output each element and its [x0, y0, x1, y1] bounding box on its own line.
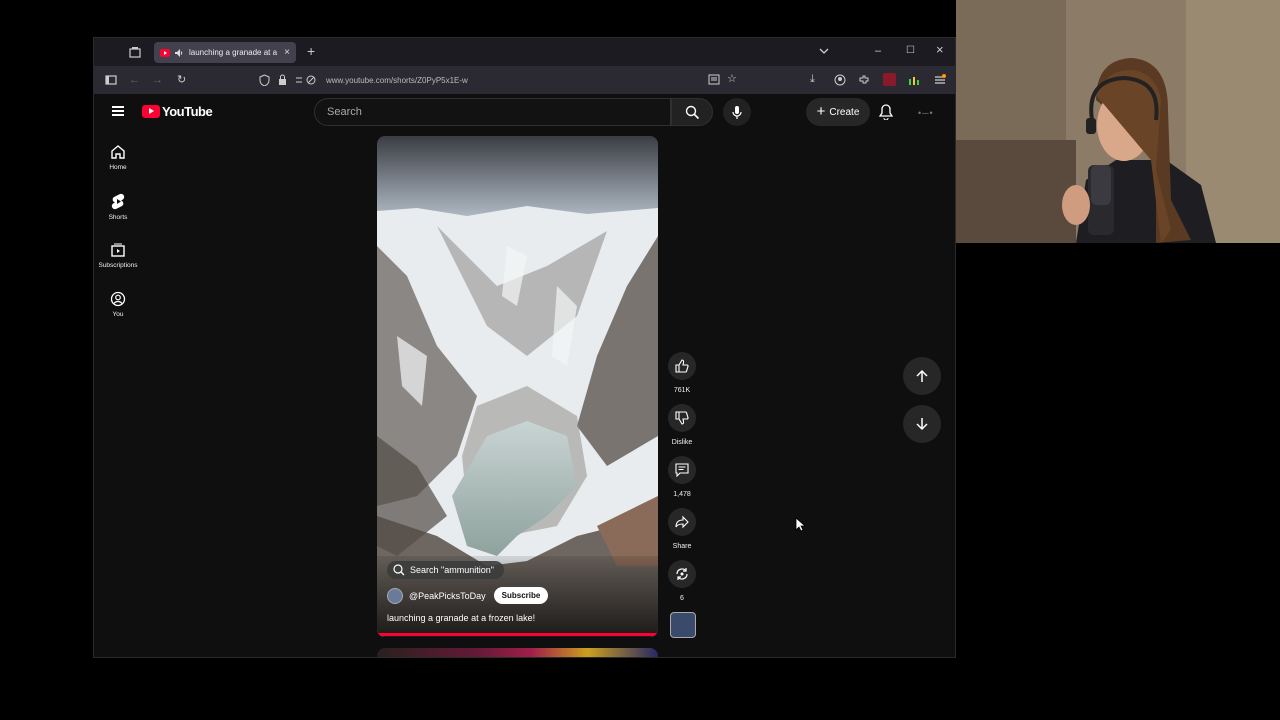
home-icon — [111, 145, 125, 159]
search-input[interactable]: Search — [314, 98, 671, 126]
list-tabs-icon[interactable] — [819, 47, 829, 55]
comment-icon — [675, 463, 689, 477]
reload-button[interactable]: ↻ — [177, 73, 186, 87]
maximize-button[interactable]: ☐ — [906, 44, 915, 58]
related-search-chip[interactable]: Search "ammunition" — [387, 561, 504, 579]
lock-icon[interactable] — [278, 74, 287, 85]
new-tab-button[interactable]: + — [307, 44, 315, 58]
sidebar-item-you[interactable]: You — [94, 291, 142, 331]
back-button[interactable]: ← — [129, 73, 140, 87]
search-button[interactable] — [671, 98, 713, 126]
minimize-button[interactable]: – — [875, 44, 881, 58]
webcam-person-image — [956, 0, 1280, 243]
shield-icon[interactable] — [259, 74, 270, 86]
account-icon[interactable] — [834, 74, 846, 86]
shorts-icon — [111, 193, 125, 210]
sidebar-label-you: You — [112, 311, 124, 318]
thumbs-down-icon — [675, 411, 689, 425]
channel-name[interactable]: @PeakPicksToDay — [409, 591, 486, 601]
app-menu-icon[interactable] — [934, 74, 946, 86]
next-short-button[interactable] — [903, 405, 941, 443]
voice-search-button[interactable] — [723, 98, 751, 126]
arrow-down-icon — [916, 418, 928, 431]
address-bar[interactable]: www.youtube.com/shorts/Z0PyP5x1E-w — [254, 71, 724, 89]
tab-groups-icon[interactable] — [129, 46, 141, 58]
bookmark-star-icon[interactable]: ☆ — [727, 72, 737, 86]
sidebar-label-subscriptions: Subscriptions — [98, 262, 138, 269]
screen: launching a granade at a fr × + – ☐ × ← … — [0, 0, 1280, 720]
like-button[interactable] — [668, 352, 696, 380]
active-tab[interactable]: launching a granade at a fr × — [154, 42, 296, 63]
webcam-overlay — [956, 0, 1280, 243]
subscriptions-icon — [111, 243, 125, 257]
speaker-icon[interactable] — [175, 48, 184, 57]
permissions-icon[interactable] — [296, 75, 318, 85]
youtube-logo[interactable]: YouTube — [142, 104, 213, 119]
sidebar-label-shorts: Shorts — [108, 214, 128, 221]
progress-bar[interactable] — [377, 633, 658, 636]
sidebar-label-home: Home — [109, 164, 127, 171]
channel-row: @PeakPicksToDay Subscribe — [387, 587, 549, 604]
remix-icon — [676, 568, 688, 580]
share-arrow-icon — [675, 515, 689, 529]
subscribe-button[interactable]: Subscribe — [493, 587, 549, 604]
dislike-label: Dislike — [671, 439, 693, 446]
create-button[interactable]: + Create — [806, 98, 870, 126]
thumbs-up-icon — [675, 359, 689, 373]
search-icon — [685, 105, 699, 119]
chip-label: Search "ammunition" — [410, 565, 494, 575]
remix-button[interactable] — [668, 560, 696, 588]
share-button[interactable] — [668, 508, 696, 536]
youtube-play-icon — [142, 105, 160, 118]
chip-search-icon — [393, 564, 405, 576]
close-tab-icon[interactable]: × — [284, 47, 290, 58]
comments-button[interactable] — [668, 456, 696, 484]
arrow-up-icon — [916, 369, 928, 382]
short-video-player[interactable]: Search "ammunition" @PeakPicksToDay Subs… — [377, 136, 658, 637]
extension-badge-icon[interactable] — [883, 73, 896, 86]
channel-avatar[interactable] — [387, 587, 403, 604]
reader-view-icon[interactable] — [708, 74, 720, 85]
sidebar-toggle-icon[interactable] — [105, 74, 117, 86]
dislike-button[interactable] — [668, 404, 696, 432]
url-text: www.youtube.com/shorts/Z0PyP5x1E-w — [326, 75, 468, 85]
create-label: Create — [829, 106, 860, 118]
previous-short-button[interactable] — [903, 357, 941, 395]
youtube-header: YouTube Search + Create •─• — [94, 94, 955, 132]
downloads-icon[interactable]: ⤓ — [810, 72, 815, 86]
sidebar-item-subscriptions[interactable]: Subscriptions — [94, 242, 142, 282]
nav-bar: ← → ↻ www.youtube.com/shorts/Z0PyP5x1E-w… — [94, 66, 955, 94]
mouse-cursor-icon — [795, 517, 805, 532]
plus-icon: + — [816, 103, 826, 120]
meter-extension-icon[interactable] — [908, 74, 920, 86]
sidebar-item-shorts[interactable]: Shorts — [94, 193, 142, 233]
you-icon — [110, 291, 126, 307]
logo-text: YouTube — [162, 104, 213, 119]
youtube-favicon-icon — [160, 48, 170, 57]
microphone-icon — [732, 105, 742, 119]
comment-count: 1,478 — [673, 491, 691, 498]
sound-channel-avatar[interactable] — [670, 612, 696, 638]
guide-menu-icon[interactable] — [112, 106, 124, 116]
tab-title: launching a granade at a fr — [189, 48, 280, 57]
remix-count: 6 — [680, 595, 684, 602]
share-label: Share — [672, 543, 692, 550]
forward-button[interactable]: → — [152, 73, 163, 87]
avatar-loading-icon[interactable]: •─• — [918, 108, 934, 118]
notifications-bell-icon[interactable] — [879, 104, 893, 120]
browser-window: launching a granade at a fr × + – ☐ × ← … — [93, 37, 956, 658]
extensions-icon[interactable] — [858, 74, 870, 86]
close-window-button[interactable]: × — [936, 43, 944, 57]
tab-bar: launching a granade at a fr × + – ☐ × — [94, 38, 955, 66]
short-title[interactable]: launching a granade at a frozen lake! — [387, 613, 535, 623]
sidebar-item-home[interactable]: Home — [94, 144, 142, 184]
like-count: 761K — [673, 387, 691, 394]
next-short-preview[interactable] — [377, 648, 658, 657]
